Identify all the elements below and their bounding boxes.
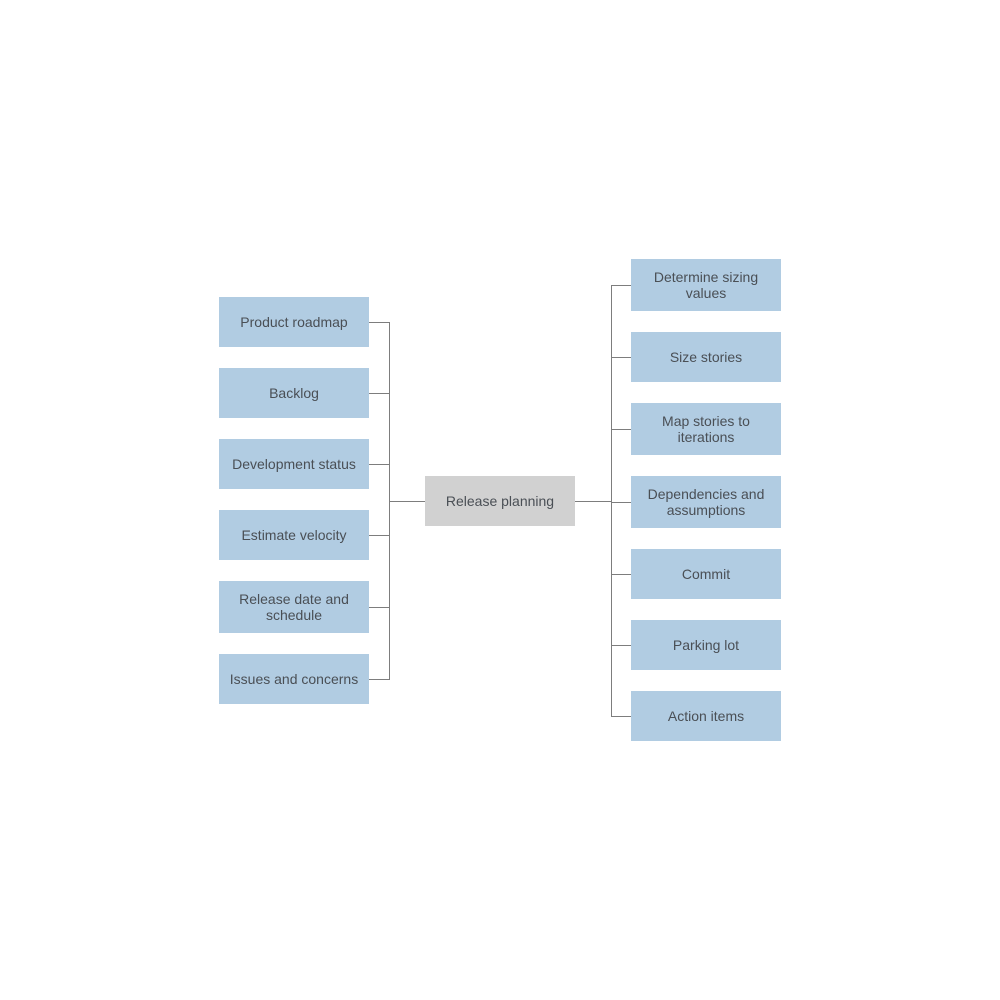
right-node-action-items[interactable]: Action items	[631, 691, 781, 741]
right-node-commit[interactable]: Commit	[631, 549, 781, 599]
left-node-product-roadmap[interactable]: Product roadmap	[219, 297, 369, 347]
right-node-parking-lot[interactable]: Parking lot	[631, 620, 781, 670]
right-node-size-stories[interactable]: Size stories	[631, 332, 781, 382]
right-node-map-stories-iterations[interactable]: Map stories to iterations	[631, 403, 781, 455]
right-node-determine-sizing-values[interactable]: Determine sizing values	[631, 259, 781, 311]
left-node-issues-concerns[interactable]: Issues and concerns	[219, 654, 369, 704]
left-node-estimate-velocity[interactable]: Estimate velocity	[219, 510, 369, 560]
right-node-dependencies-assumptions[interactable]: Dependencies and assumptions	[631, 476, 781, 528]
left-node-backlog[interactable]: Backlog	[219, 368, 369, 418]
left-node-release-date-schedule[interactable]: Release date and schedule	[219, 581, 369, 633]
center-node[interactable]: Release planning	[425, 476, 575, 526]
left-node-development-status[interactable]: Development status	[219, 439, 369, 489]
